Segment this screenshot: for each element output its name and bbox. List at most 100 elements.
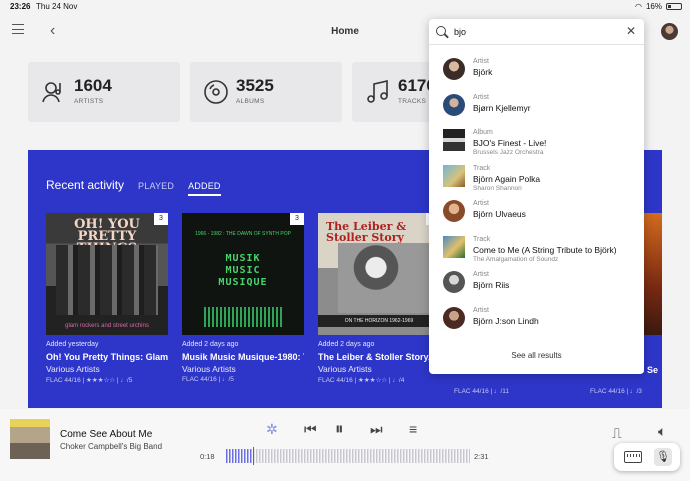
keyboard-icon[interactable] [624,451,642,463]
added-date: Added yesterday [46,341,99,348]
recent-activity-header: Recent activity PLAYED ADDED [46,178,221,196]
search-bar: ✕ [429,19,644,45]
album-cover[interactable]: OH! YOU PRETTY THINGS glam rockers and s… [46,213,168,335]
now-playing-cover[interactable] [10,419,50,459]
sparkle-icon[interactable]: ✲ [266,421,278,438]
playhead[interactable] [252,447,254,465]
stat-card-albums[interactable]: 3525 ALBUMS [190,62,342,122]
tab-added[interactable]: ADDED [188,181,221,196]
wifi-icon: ◠ [635,2,642,11]
artist-thumbnail [443,271,465,293]
cover-title: The Leiber & Stoller Story [326,221,406,243]
next-track-icon[interactable]: ⏭ [370,421,383,438]
result-type: Artist [473,271,489,278]
now-playing-bar: Come See About Me Choker Campbell's Big … [0,409,690,481]
waveform-seek-bar[interactable] [226,447,470,465]
result-type: Artist [473,200,489,207]
result-type: Artist [473,93,489,101]
search-result-item[interactable]: Artist Bjørn Kjellemyr [429,89,644,125]
album-meta: FLAC 44/16 | ★★★☆☆ | ♩/5 [46,377,133,384]
album-meta: FLAC 44/16 | ♩/11 [454,388,510,395]
stat-artists-label: ARTISTS [74,98,104,105]
track-thumbnail [443,235,465,258]
result-name: Björn Ulvaeus [473,209,526,219]
album-meta: FLAC 44/16 | ♩/3 [590,388,642,395]
cover-photo [338,243,433,313]
album-cover[interactable]: 1966 - 1982 : THE DAWN OF SYNTH POP MUSI… [182,213,304,335]
status-right: ◠ 16% [635,2,682,11]
album-name[interactable]: Musik Music Musique-1980: T [182,352,304,362]
battery-icon [666,3,682,10]
pause-icon[interactable]: ⏸ [335,419,344,439]
cover-subtitle: 1966 - 1982 : THE DAWN OF SYNTH POP [195,231,291,237]
cover-photo [56,245,158,315]
artist-thumbnail [443,306,465,329]
microphone-icon[interactable]: 🎙︎ [654,448,672,466]
album-artist[interactable]: Various Artists [182,364,304,374]
artist-thumbnail [443,200,465,222]
user-avatar[interactable] [661,23,678,40]
keyboard-toolbar: 🎙︎ [614,443,680,471]
result-name: Come to Me (A String Tribute to Björk) [473,244,617,255]
album-cover[interactable]: The Leiber & Stoller Story ON THE HORIZO… [318,213,440,335]
added-date: Added 2 days ago [182,341,239,348]
disc-count-badge: 3 [154,213,168,225]
search-input[interactable] [454,24,614,40]
album-name[interactable]: Oh! You Pretty Things: Glam C [46,352,168,362]
stat-albums-value: 3525 [236,76,274,95]
cover-subtitle: glam rockers and street urchins [65,323,149,329]
result-name: Björk [473,67,493,77]
status-time: 23:26 [10,2,31,11]
album-name[interactable]: The Leiber & Stoller Story, V [318,352,440,362]
album-card[interactable]: OH! YOU PRETTY THINGS glam rockers and s… [46,213,168,384]
result-name: Björn Again Polka [473,173,541,184]
result-name: Björn Riis [473,280,510,290]
elapsed-time: 0:18 [200,452,215,461]
album-thumbnail [443,129,465,151]
search-result-item[interactable]: Artist Björn Ulvaeus [429,195,644,231]
search-result-item[interactable]: Album BJO's Finest - Live! Brussels Jazz… [429,124,644,160]
search-dropdown: ✕ Artist Björk Artist Bjørn Kjellemyr Al… [429,19,644,374]
status-date: Thu 24 Nov [36,2,78,11]
recent-activity-title: Recent activity [46,178,125,192]
status-bar: 23:26 Thu 24 Nov ◠ 16% [0,0,690,14]
now-playing-title[interactable]: Come See About Me [60,429,152,440]
stat-card-artists[interactable]: 1604 ARTISTS [28,62,180,122]
album-card[interactable]: The Leiber & Stoller Story ON THE HORIZO… [318,213,440,384]
artist-thumbnail [443,93,465,116]
album-artist[interactable]: Various Artists [46,364,168,374]
search-result-item[interactable]: Artist Björn J:son Lindh [429,302,644,338]
recent-cards: OH! YOU PRETTY THINGS glam rockers and s… [46,213,440,384]
search-results: Artist Björk Artist Bjørn Kjellemyr Albu… [429,53,644,337]
result-subtitle: Brussels Jazz Orchestra [473,149,544,156]
tab-played[interactable]: PLAYED [138,181,174,191]
queue-icon[interactable]: ≡ [409,421,417,437]
search-result-item[interactable]: Track Come to Me (A String Tribute to Bj… [429,231,644,267]
cover-title-line: Stoller Story [326,231,404,244]
battery-percent: 16% [645,2,662,11]
cover-graphic [204,307,282,327]
search-icon [436,26,446,36]
result-name: Bjørn Kjellemyr [473,102,531,113]
search-result-item[interactable]: Track Björn Again Polka Sharon Shannon [429,160,644,196]
volume-icon[interactable]: 🔈︎ [658,423,666,440]
cover-title-line: MUSIC [225,265,261,276]
album-artist[interactable]: Various Artists [318,364,440,374]
result-type: Artist [473,58,489,65]
clear-search-icon[interactable]: ✕ [626,24,636,38]
waveform-played [226,449,253,463]
album-card[interactable]: 1966 - 1982 : THE DAWN OF SYNTH POP MUSI… [182,213,304,384]
artist-icon [42,82,61,103]
search-result-item[interactable]: Artist Björk [429,53,644,89]
music-note-icon [367,79,388,103]
result-type: Album [473,129,493,136]
previous-track-icon[interactable]: ⏮ [304,421,317,438]
album-meta: FLAC 44/16 | ♩/5 [182,376,234,383]
result-name: Björn J:son Lindh [473,315,539,326]
cover-title: MUSIK MUSIC MUSIQUE [182,253,304,289]
output-device-icon[interactable]: ⎍ [612,425,622,442]
see-all-results-link[interactable]: See all results [429,351,644,360]
search-result-item[interactable]: Artist Björn Riis [429,266,644,302]
album-meta: FLAC 44/16 | ★★★☆☆ | ♩/4 [318,377,405,384]
now-playing-artist[interactable]: Choker Campbell's Big Band [60,442,162,451]
